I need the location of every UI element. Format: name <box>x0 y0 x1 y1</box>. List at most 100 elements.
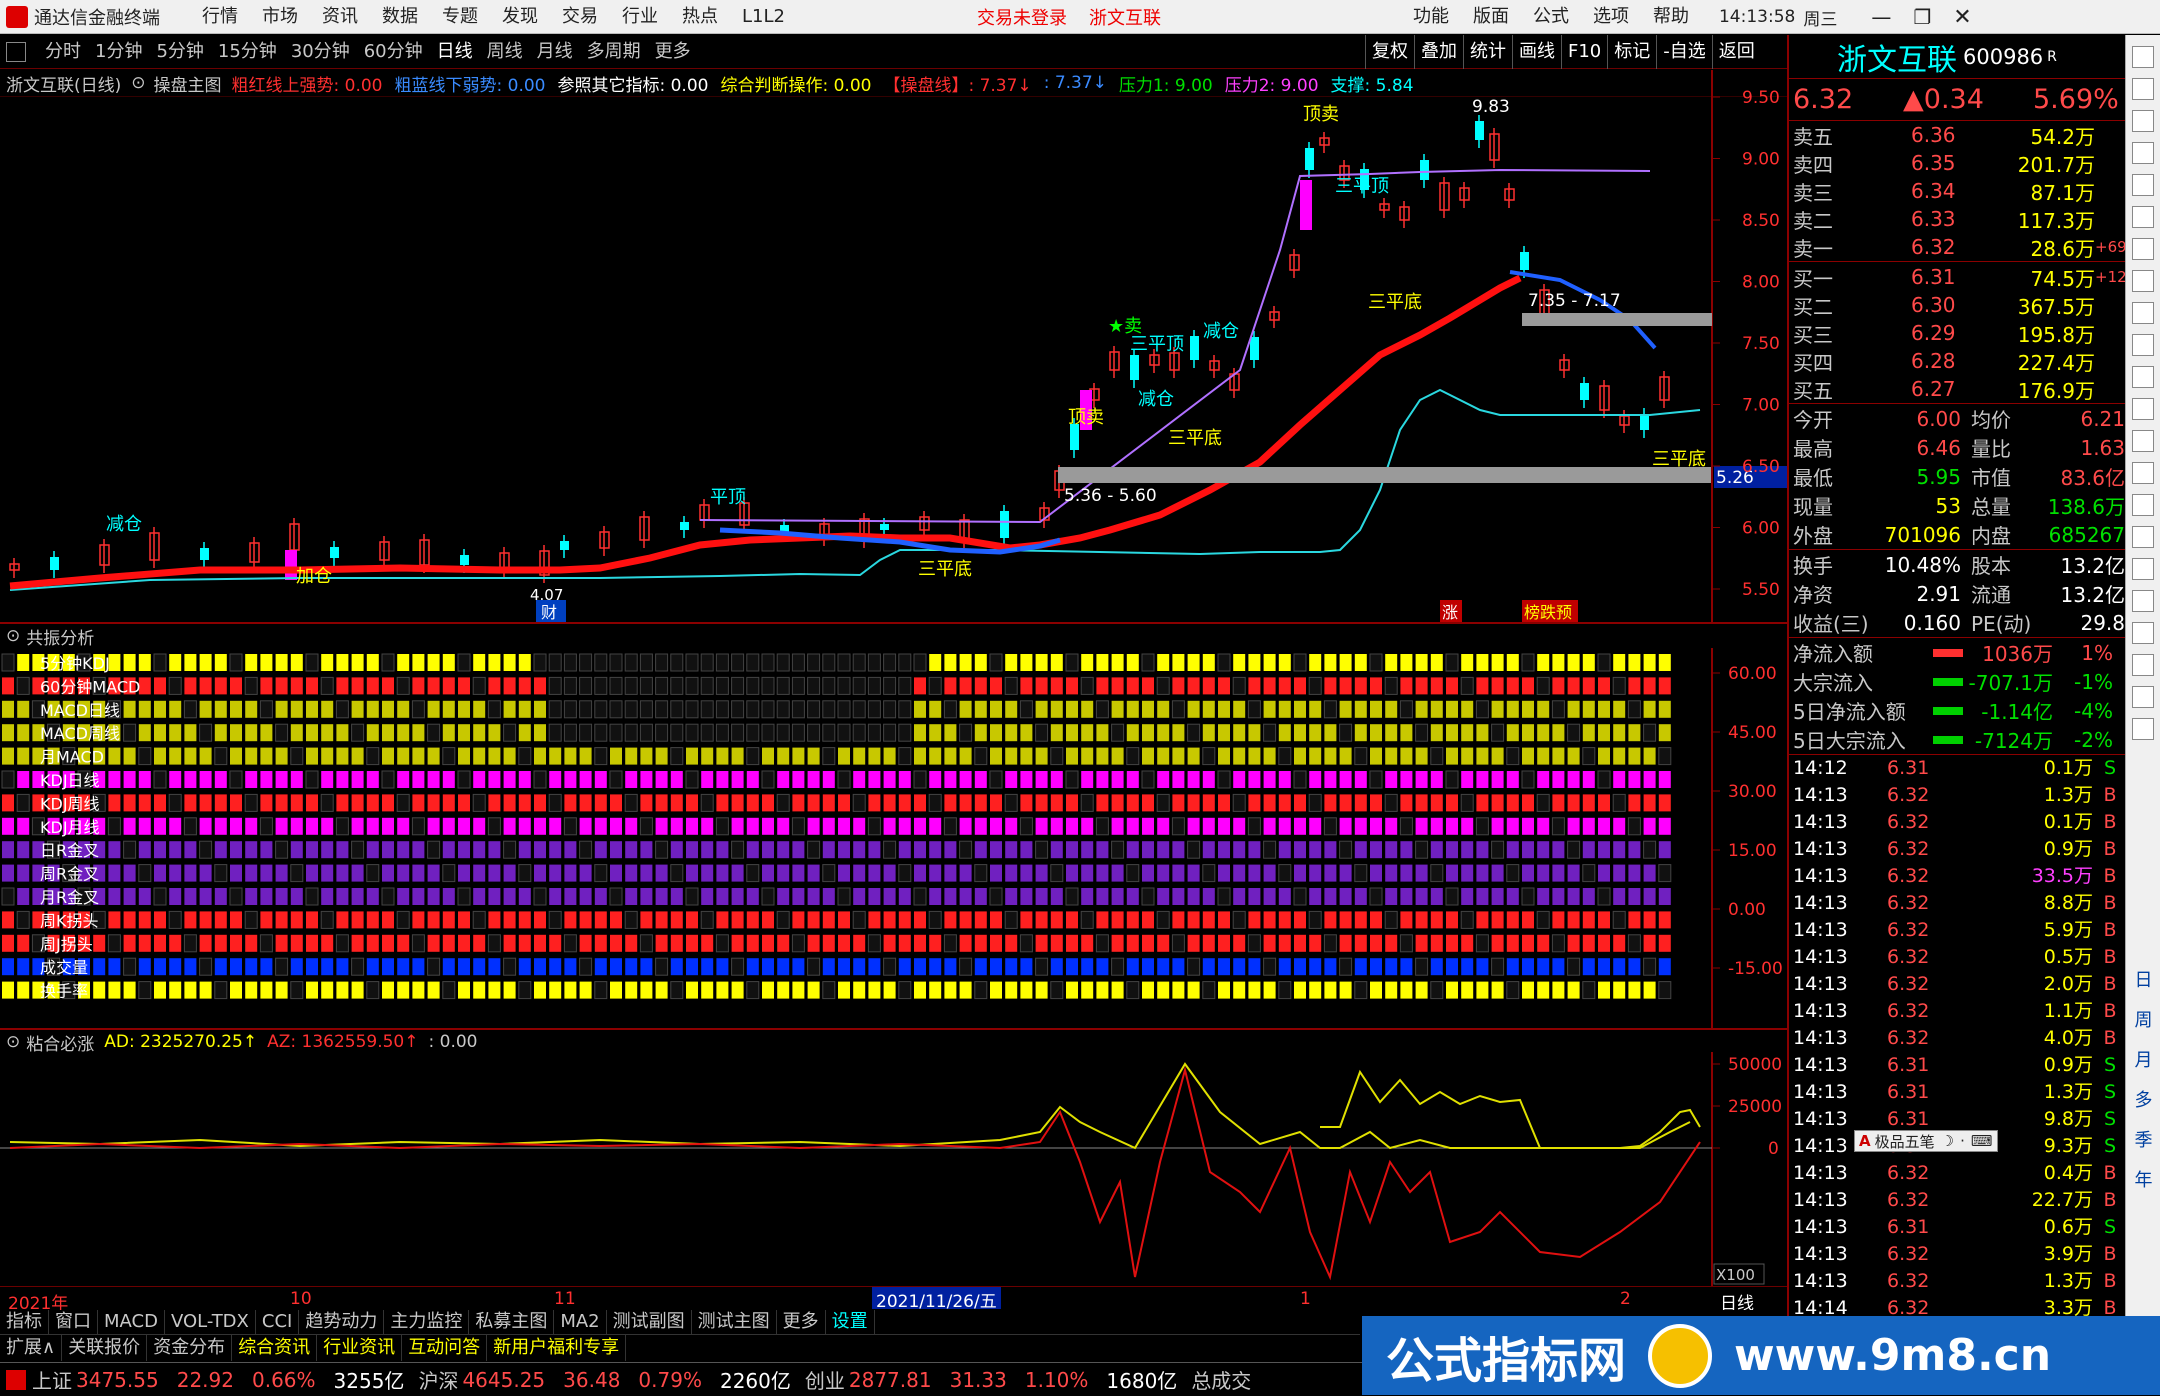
tool-icon-14[interactable] <box>2132 494 2154 516</box>
chart-button-7[interactable]: 返回 <box>1711 35 1761 69</box>
chart-button-6[interactable]: -自选 <box>1656 35 1712 69</box>
menu-item-3[interactable]: 数据 <box>370 0 430 34</box>
indicator-tab-9[interactable]: 测试副图 <box>607 1310 692 1334</box>
indicator-tab-3[interactable]: VOL-TDX <box>165 1310 256 1334</box>
period-tab-9[interactable]: 多周期 <box>580 35 648 69</box>
tool-icon-4[interactable] <box>2132 174 2154 196</box>
info-tab-4[interactable]: 行业资讯 <box>317 1335 403 1361</box>
buy-row-0[interactable]: 买一 6.31 74.5万 +12 <box>1789 263 2127 291</box>
sell-row-0[interactable]: 卖五 6.36 54.2万 <box>1789 121 2125 149</box>
indicator-tab-11[interactable]: 更多 <box>777 1310 826 1334</box>
indicator-tab-5[interactable]: 趋势动力 <box>299 1310 385 1334</box>
chart-button-1[interactable]: 叠加 <box>1414 35 1463 69</box>
info-tab-2[interactable]: 资金分布 <box>147 1335 233 1361</box>
period-tab-1[interactable]: 1分钟 <box>88 35 149 69</box>
menu-item-4[interactable]: 专题 <box>430 0 490 34</box>
tool-icon-2[interactable] <box>2132 110 2154 132</box>
right-menu-item-4[interactable]: 帮助 <box>1641 0 1701 34</box>
info-tab-0[interactable]: 扩展∧ <box>0 1335 63 1361</box>
period-tab-4[interactable]: 30分钟 <box>284 35 357 69</box>
tool-icon-1[interactable] <box>2132 78 2154 100</box>
indicator-tab-6[interactable]: 主力监控 <box>384 1310 470 1334</box>
tool-icon-12[interactable] <box>2132 430 2154 452</box>
menu-item-8[interactable]: 热点 <box>670 0 730 34</box>
menu-item-5[interactable]: 发现 <box>490 0 550 34</box>
indicator-tab-0[interactable]: 指标 <box>0 1310 49 1334</box>
tool-icon-17[interactable] <box>2132 590 2154 612</box>
restore-icon[interactable]: ❐ <box>1913 5 1931 29</box>
chart-button-3[interactable]: 画线 <box>1512 35 1561 69</box>
chart-button-5[interactable]: 标记 <box>1607 35 1656 69</box>
panel-icon[interactable]: ⊙ <box>6 626 20 646</box>
right-menu-item-1[interactable]: 版面 <box>1461 0 1521 34</box>
tool-icon-13[interactable] <box>2132 462 2154 484</box>
tool-icon-15[interactable] <box>2132 526 2154 548</box>
right-menu-item-0[interactable]: 功能 <box>1401 0 1461 34</box>
resonance-title[interactable]: 共振分析 <box>26 624 94 649</box>
panel-icon-2[interactable]: ⊙ <box>6 1032 20 1052</box>
indicator-tab-7[interactable]: 私募主图 <box>469 1310 555 1334</box>
buy-row-3[interactable]: 买四 6.28 227.4万 <box>1789 347 2125 375</box>
tool-icon-3[interactable] <box>2132 142 2154 164</box>
tool-icon-18[interactable] <box>2132 622 2154 644</box>
sell-row-1[interactable]: 卖四 6.35 201.7万 <box>1789 149 2125 177</box>
chart-button-4[interactable]: F10 <box>1561 35 1607 69</box>
chart-button-0[interactable]: 复权 <box>1365 35 1414 69</box>
period-tool-1[interactable]: 周 <box>2135 1006 2153 1032</box>
buy-row-2[interactable]: 买三 6.29 195.8万 <box>1789 319 2125 347</box>
close-icon[interactable]: ✕ <box>1953 5 1971 30</box>
tool-icon-20[interactable] <box>2132 686 2154 708</box>
period-tab-2[interactable]: 5分钟 <box>149 35 210 69</box>
tool-icon-7[interactable] <box>2132 270 2154 292</box>
tool-icon-16[interactable] <box>2132 558 2154 580</box>
menu-item-1[interactable]: 市场 <box>250 0 310 34</box>
period-tab-3[interactable]: 15分钟 <box>211 35 284 69</box>
period-tool-4[interactable]: 季 <box>2135 1126 2153 1152</box>
tool-icon-6[interactable] <box>2132 238 2154 260</box>
period-tab-8[interactable]: 月线 <box>530 35 580 69</box>
period-tab-10[interactable]: 更多 <box>648 35 698 69</box>
indicator-tab-4[interactable]: CCI <box>256 1310 300 1334</box>
index-name[interactable]: 创业 <box>805 1365 845 1394</box>
sell-row-4[interactable]: 卖一 6.32 28.6万 +69 <box>1789 233 2127 261</box>
indicator-tab-10[interactable]: 测试主图 <box>692 1310 777 1334</box>
chart-button-2[interactable]: 统计 <box>1463 35 1512 69</box>
tool-icon-9[interactable] <box>2132 334 2154 356</box>
period-tab-7[interactable]: 周线 <box>480 35 530 69</box>
panel-toggle-icon[interactable] <box>6 42 26 62</box>
period-tool-2[interactable]: 月 <box>2135 1046 2153 1072</box>
minimize-icon[interactable]: — <box>1871 5 1891 29</box>
index-name[interactable]: 上证 <box>32 1365 72 1394</box>
indicator-tab-8[interactable]: MA2 <box>554 1310 607 1334</box>
tool-icon-10[interactable] <box>2132 366 2154 388</box>
right-menu-item-2[interactable]: 公式 <box>1521 0 1581 34</box>
right-menu-item-3[interactable]: 选项 <box>1581 0 1641 34</box>
menu-item-6[interactable]: 交易 <box>550 0 610 34</box>
tool-icon-8[interactable] <box>2132 302 2154 324</box>
indicator-tab-1[interactable]: 窗口 <box>49 1310 98 1334</box>
candlestick-chart[interactable]: 5.36 - 5.60 7.35 - 7.17 9.83 4.07 5.26 9… <box>0 70 1787 622</box>
buy-row-4[interactable]: 买五 6.27 176.9万 <box>1789 375 2125 403</box>
tool-icon-0[interactable] <box>2132 46 2154 68</box>
menu-item-2[interactable]: 资讯 <box>310 0 370 34</box>
tool-icon-11[interactable] <box>2132 398 2154 420</box>
period-tool-3[interactable]: 多 <box>2135 1086 2153 1112</box>
info-tab-3[interactable]: 综合资讯 <box>232 1335 318 1361</box>
period-tab-0[interactable]: 分时 <box>38 35 88 69</box>
osc-title[interactable]: 粘合必涨 <box>26 1030 94 1055</box>
period-tool-5[interactable]: 年 <box>2135 1166 2153 1192</box>
login-status[interactable]: 交易未登录 <box>977 4 1067 30</box>
info-tab-6[interactable]: 新用户福利专享 <box>487 1335 627 1361</box>
indicator-tab-2[interactable]: MACD <box>98 1310 165 1334</box>
menu-item-9[interactable]: L1L2 <box>730 0 797 34</box>
info-tab-1[interactable]: 关联报价 <box>62 1335 148 1361</box>
sell-row-3[interactable]: 卖二 6.33 117.3万 <box>1789 205 2125 233</box>
period-tab-6[interactable]: 日线 <box>430 35 480 69</box>
indicator-tab-12[interactable]: 设置 <box>826 1310 875 1334</box>
tool-icon-5[interactable] <box>2132 206 2154 228</box>
buy-row-1[interactable]: 买二 6.30 367.5万 <box>1789 291 2125 319</box>
menu-item-7[interactable]: 行业 <box>610 0 670 34</box>
sell-row-2[interactable]: 卖三 6.34 87.1万 <box>1789 177 2125 205</box>
info-tab-5[interactable]: 互动问答 <box>402 1335 488 1361</box>
tool-icon-19[interactable] <box>2132 654 2154 676</box>
